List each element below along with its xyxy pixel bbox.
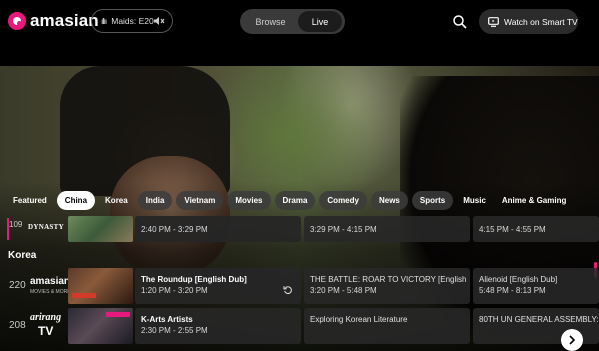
mute-icon[interactable] xyxy=(153,15,165,27)
logo-text: amasian xyxy=(30,11,99,30)
channel-number: 220 xyxy=(9,280,26,291)
search-icon[interactable] xyxy=(452,14,468,30)
amasian-logo[interactable]: amasian xyxy=(8,11,99,31)
scroll-right-button[interactable] xyxy=(561,329,583,351)
program-title: K-Arts Artists xyxy=(141,315,193,324)
audio-preview-pill[interactable]: ıllıı Maids: E20 xyxy=(91,9,173,33)
replay-icon[interactable] xyxy=(283,285,293,295)
program-thumbnail xyxy=(68,268,133,304)
smart-tv-label: Watch on Smart TV xyxy=(504,16,578,27)
chip-sports[interactable]: Sports xyxy=(411,191,454,210)
program-cell-current[interactable]: The Roundup [English Dub] 1:20 PM - 3:20… xyxy=(135,268,301,304)
browse-live-toggle: Browse Live xyxy=(240,9,345,34)
program-time: 2:40 PM - 3:29 PM xyxy=(141,225,208,234)
program-time: 3:20 PM - 5:48 PM xyxy=(310,286,377,295)
chip-music[interactable]: Music xyxy=(457,191,492,210)
chip-comedy[interactable]: Comedy xyxy=(319,191,367,210)
top-bar: amasian ıllıı Maids: E20 Browse Live Wat… xyxy=(0,0,599,66)
channel-number: 208 xyxy=(9,320,26,331)
guide-row-arirang-tv[interactable]: 208 arirang TV K-Arts Artists 2:30 PM - … xyxy=(0,308,599,344)
live-tab[interactable]: Live xyxy=(298,11,342,32)
row-accent-bar xyxy=(7,218,9,240)
program-title: The Roundup [English Dub] xyxy=(141,275,247,284)
logo-mark-icon xyxy=(8,12,26,30)
chevron-right-icon xyxy=(569,335,576,345)
chip-news[interactable]: News xyxy=(370,191,408,210)
audio-pill-label: Maids: E20 xyxy=(111,16,154,26)
thumbnail-title-art xyxy=(106,312,130,317)
program-thumbnail xyxy=(68,216,133,242)
program-cell[interactable]: 2:40 PM - 3:29 PM xyxy=(135,216,301,242)
channel-logo-sub: MOVIES & MORE xyxy=(30,289,71,295)
channel-logo-dynasty: DYNASTY xyxy=(28,223,64,231)
watch-on-smart-tv-button[interactable]: Watch on Smart TV xyxy=(479,9,578,34)
chip-korea[interactable]: Korea xyxy=(99,191,134,210)
program-time: 4:15 PM - 4:55 PM xyxy=(479,225,546,234)
program-time: 2:30 PM - 2:55 PM xyxy=(141,326,208,335)
program-cell-current[interactable]: K-Arts Artists 2:30 PM - 2:55 PM xyxy=(135,308,301,344)
chip-india[interactable]: India xyxy=(137,191,173,210)
chip-movies[interactable]: Movies xyxy=(227,191,271,210)
program-cell[interactable]: THE BATTLE: ROAR TO VICTORY [English 3:2… xyxy=(304,268,470,304)
program-time: 1:20 PM - 3:20 PM xyxy=(141,286,208,295)
program-cell[interactable]: Alienoid [English Dub] 5:48 PM - 8:13 PM xyxy=(473,268,599,304)
chip-china[interactable]: China xyxy=(56,191,96,210)
program-time: 5:48 PM - 8:13 PM xyxy=(479,286,546,295)
program-thumbnail xyxy=(68,308,133,344)
chip-vietnam[interactable]: Vietnam xyxy=(176,191,224,210)
program-cell[interactable]: 3:29 PM - 4:15 PM xyxy=(304,216,470,242)
guide-row-partial[interactable]: 109 DYNASTY 2:40 PM - 3:29 PM 3:29 PM - … xyxy=(0,216,599,242)
guide-row-amasian-tv[interactable]: 220 amasian tv MOVIES & MORE The Roundup… xyxy=(0,268,599,304)
program-cell[interactable]: 4:15 PM - 4:55 PM xyxy=(473,216,599,242)
program-cell[interactable]: Exploring Korean Literature xyxy=(304,308,470,344)
program-title: 80TH UN GENERAL ASSEMBLY: xyxy=(479,315,599,324)
thumbnail-title-art xyxy=(72,293,96,298)
chip-featured[interactable]: Featured xyxy=(7,191,53,210)
program-title: Alienoid [English Dub] xyxy=(479,275,558,284)
audio-wave-icon: ıllıı xyxy=(101,16,107,26)
browse-tab[interactable]: Browse xyxy=(243,11,298,32)
chip-drama[interactable]: Drama xyxy=(274,191,316,210)
channel-logo-sub: TV xyxy=(38,324,54,338)
program-title: THE BATTLE: ROAR TO VICTORY [English xyxy=(310,275,467,284)
channel-logo-arirang: arirang xyxy=(30,312,62,323)
section-title-korea: Korea xyxy=(8,250,37,261)
channel-number: 109 xyxy=(9,220,23,229)
program-title: Exploring Korean Literature xyxy=(310,315,408,324)
tv-icon xyxy=(488,16,499,27)
category-chips: Featured China Korea India Vietnam Movie… xyxy=(7,191,572,210)
chip-anime-gaming[interactable]: Anime & Gaming xyxy=(496,191,572,210)
program-time: 3:29 PM - 4:15 PM xyxy=(310,225,377,234)
